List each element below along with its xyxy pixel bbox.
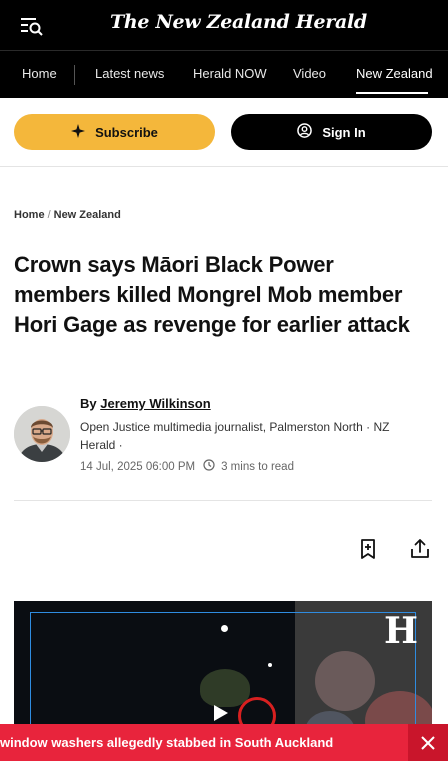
article-headline: Crown says Māori Black Power members kil… (14, 252, 410, 337)
nav-herald-now[interactable]: Herald NOW (193, 51, 267, 98)
nav-latest-news[interactable]: Latest news (95, 51, 164, 98)
read-time: 3 mins to read (221, 460, 294, 473)
author-bio: Open Justice multimedia journalist, Palm… (80, 420, 390, 452)
subscribe-label: Subscribe (95, 124, 158, 140)
section-nav: Home Latest news Herald NOW Video New Ze… (0, 50, 448, 98)
subscribe-button[interactable]: Subscribe (14, 114, 215, 150)
breadcrumb-separator: / (47, 209, 51, 221)
top-bar: The New Zealand Herald (0, 0, 448, 50)
publish-date: 14 Jul, 2025 06:00 PM (80, 460, 196, 473)
breadcrumb-section[interactable]: New Zealand (54, 209, 121, 221)
breaking-news-banner[interactable]: window washers allegedly stabbed in Sout… (0, 724, 448, 761)
sparkle-icon (71, 123, 86, 141)
nav-video[interactable]: Video (293, 51, 326, 98)
sign-in-button[interactable]: Sign In (231, 114, 432, 150)
sign-in-label: Sign In (322, 124, 366, 140)
herald-logo: H (383, 610, 418, 652)
close-icon[interactable] (408, 724, 448, 761)
share-icon[interactable] (408, 537, 432, 561)
user-circle-icon (297, 123, 313, 141)
nav-new-zealand[interactable]: New Zealand (356, 51, 433, 98)
article-meta: 14 Jul, 2025 06:00 PM 3 mins to read (80, 459, 294, 474)
bookmark-add-icon[interactable] (356, 537, 380, 561)
breadcrumb-home[interactable]: Home (14, 209, 45, 221)
nav-active-indicator (356, 92, 428, 94)
divider (14, 500, 432, 501)
author-avatar[interactable] (14, 406, 70, 462)
street-light (221, 625, 228, 632)
masthead-logo[interactable]: The New Zealand Herald (110, 11, 367, 33)
breaking-news-text[interactable]: window washers allegedly stabbed in Sout… (0, 724, 333, 761)
menu-search-icon[interactable] (20, 15, 44, 37)
nav-home[interactable]: Home (22, 51, 57, 98)
byline-prefix: By (80, 396, 97, 411)
breadcrumb: Home / New Zealand (14, 209, 121, 221)
nav-divider (74, 65, 75, 85)
play-icon[interactable] (214, 705, 228, 721)
byline: By Jeremy Wilkinson (80, 396, 211, 411)
clock-icon (203, 459, 215, 474)
street-light (268, 663, 272, 667)
tree (200, 669, 250, 707)
author-link[interactable]: Jeremy Wilkinson (100, 396, 210, 411)
divider (0, 166, 448, 167)
